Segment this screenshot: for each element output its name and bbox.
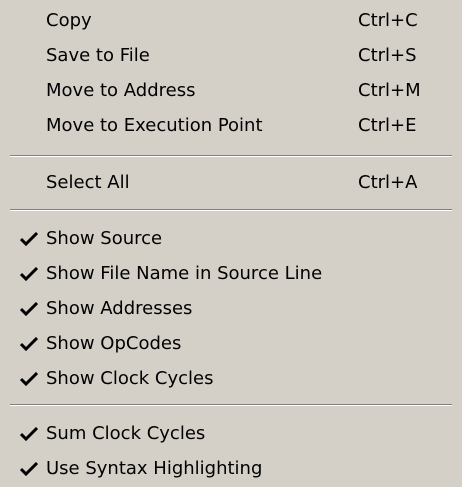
menu-item-show-opcodes[interactable]: Show OpCodes <box>0 328 462 359</box>
menu-item-shortcut: Ctrl+E <box>358 115 417 136</box>
menu-item-show-file-name-in-source-line[interactable]: Show File Name in Source Line <box>0 258 462 289</box>
menu-item-label: Show Addresses <box>46 298 193 319</box>
checkmark-icon <box>20 302 38 316</box>
menu-item-shortcut: Ctrl+S <box>358 45 417 66</box>
menu-item-label: Move to Execution Point <box>46 115 263 136</box>
checkmark-icon <box>20 337 38 351</box>
menu-item-label: Move to Address <box>46 80 196 101</box>
menu-separator <box>10 404 452 406</box>
menu-item-move-to-address[interactable]: Move to Address Ctrl+M <box>0 75 462 106</box>
menu-item-label: Sum Clock Cycles <box>46 423 206 444</box>
context-menu: Copy Ctrl+C Save to File Ctrl+S Move to … <box>0 0 462 487</box>
menu-item-label: Show Clock Cycles <box>46 368 214 389</box>
checkmark-icon <box>20 462 38 476</box>
checkmark-icon <box>20 267 38 281</box>
menu-separator <box>10 209 452 211</box>
menu-item-shortcut: Ctrl+A <box>358 172 418 193</box>
menu-item-show-addresses[interactable]: Show Addresses <box>0 293 462 324</box>
menu-item-label: Show File Name in Source Line <box>46 263 323 284</box>
menu-item-move-to-execution-point[interactable]: Move to Execution Point Ctrl+E <box>0 110 462 141</box>
menu-item-label: Use Syntax Highlighting <box>46 458 263 479</box>
checkmark-icon <box>20 427 38 441</box>
menu-item-shortcut: Ctrl+M <box>358 80 421 101</box>
menu-item-show-clock-cycles[interactable]: Show Clock Cycles <box>0 363 462 394</box>
menu-item-sum-clock-cycles[interactable]: Sum Clock Cycles <box>0 418 462 449</box>
checkmark-icon <box>20 232 38 246</box>
menu-item-label: Copy <box>46 10 92 31</box>
menu-item-select-all[interactable]: Select All Ctrl+A <box>0 167 462 198</box>
menu-item-label: Save to File <box>46 45 150 66</box>
menu-item-label: Show OpCodes <box>46 333 182 354</box>
menu-separator <box>10 155 452 157</box>
menu-item-show-source[interactable]: Show Source <box>0 223 462 254</box>
checkmark-icon <box>20 372 38 386</box>
menu-item-save-to-file[interactable]: Save to File Ctrl+S <box>0 40 462 71</box>
menu-item-copy[interactable]: Copy Ctrl+C <box>0 5 462 36</box>
menu-item-label: Show Source <box>46 228 163 249</box>
menu-item-use-syntax-highlighting[interactable]: Use Syntax Highlighting <box>0 453 462 484</box>
menu-item-label: Select All <box>46 172 130 193</box>
menu-item-shortcut: Ctrl+C <box>358 10 418 31</box>
